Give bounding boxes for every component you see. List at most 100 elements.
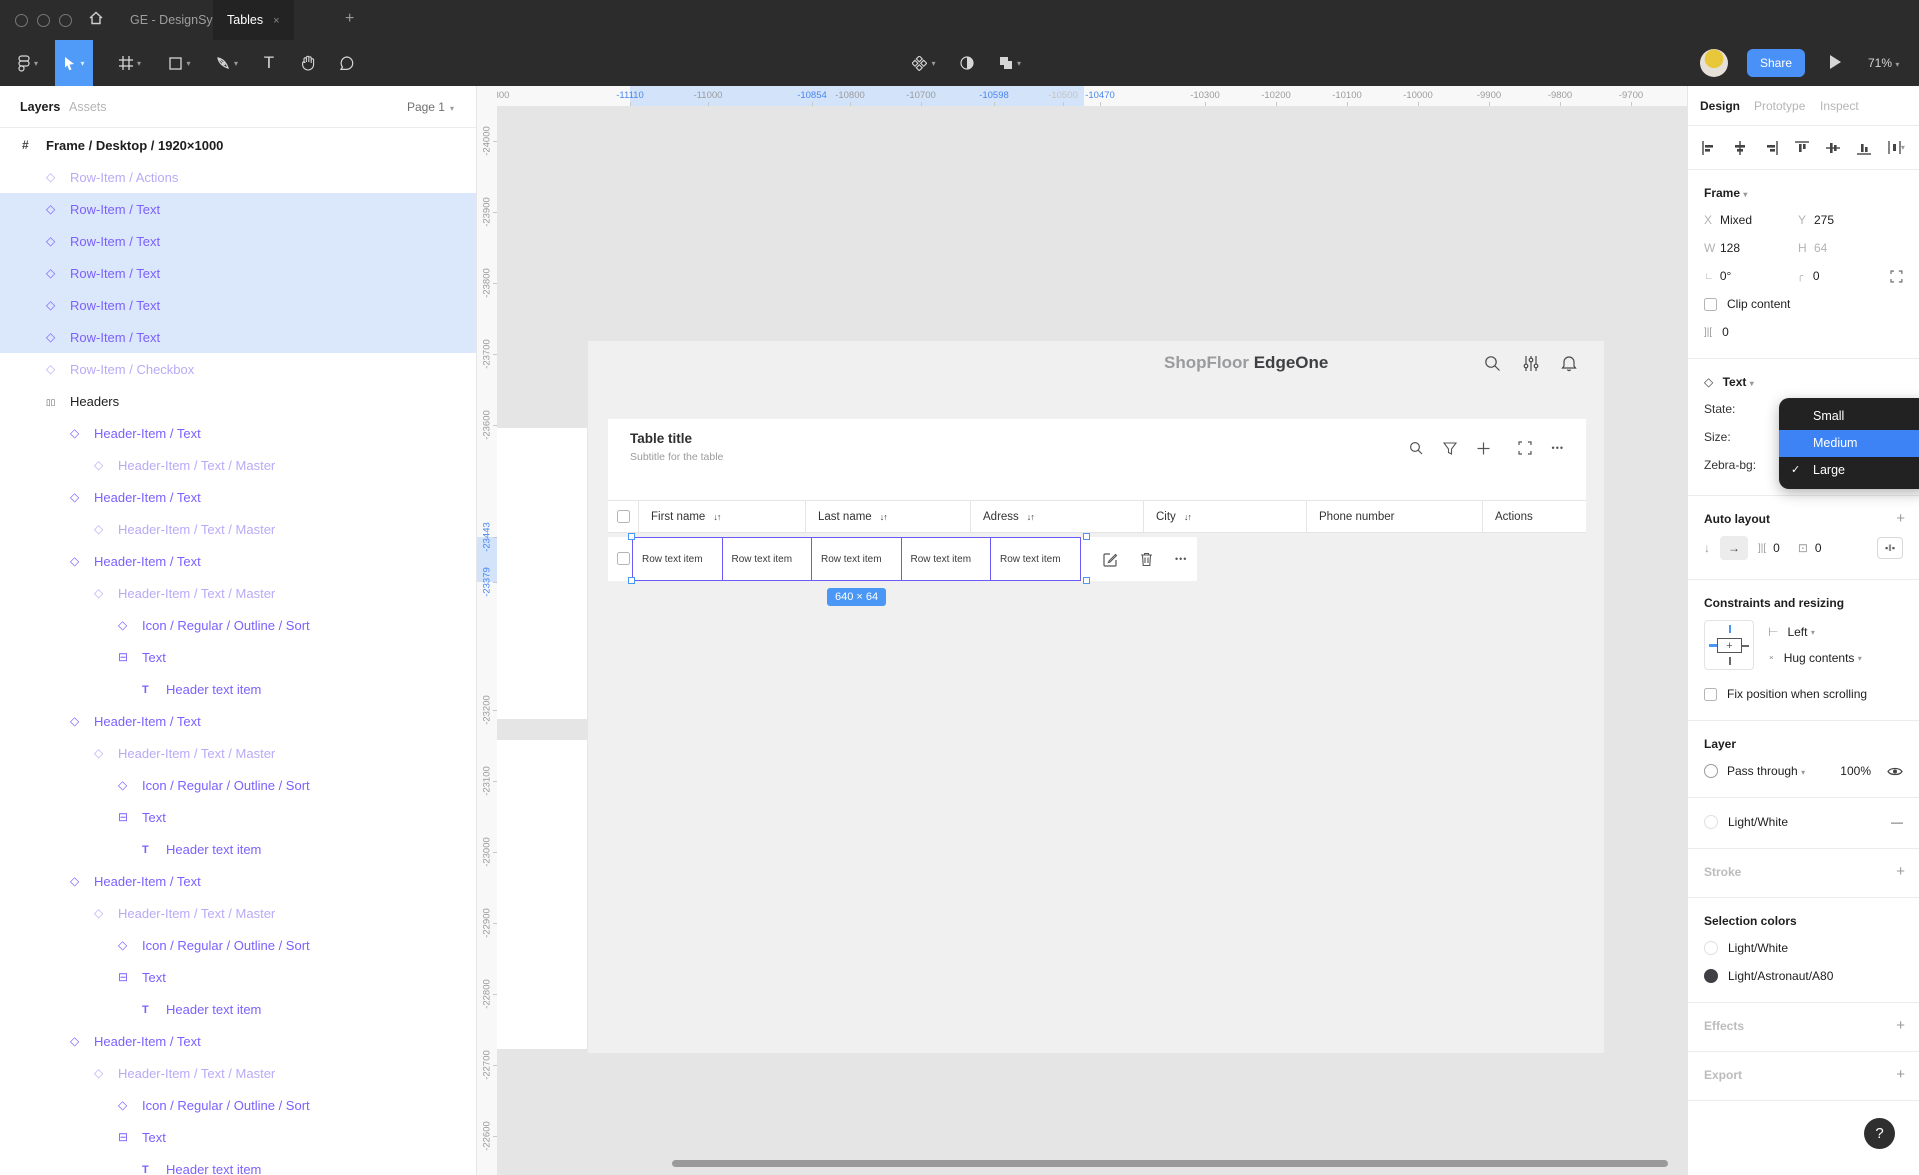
- table-expand-icon[interactable]: [1518, 441, 1532, 455]
- table-card[interactable]: Table title Subtitle for the table ••• F…: [608, 419, 1586, 533]
- tab-design[interactable]: Design: [1700, 86, 1740, 126]
- row-delete-icon[interactable]: [1140, 552, 1153, 567]
- layer-row[interactable]: Headers: [0, 385, 476, 417]
- layer-row[interactable]: Text: [0, 641, 476, 673]
- layer-row[interactable]: Row-Item / Actions: [0, 161, 476, 193]
- move-tool-button[interactable]: ▾: [55, 40, 93, 86]
- tab-assets[interactable]: Assets: [69, 86, 107, 128]
- desktop-frame[interactable]: ShopFloor EdgeOne Table title Subtitle f…: [588, 341, 1604, 1053]
- row-cell[interactable]: Row text item: [811, 537, 902, 581]
- blend-mode-dropdown[interactable]: Pass through ▾: [1727, 764, 1805, 778]
- layer-row[interactable]: Header text item: [0, 673, 476, 705]
- constraint-bottom-tick[interactable]: [1729, 657, 1731, 665]
- partial-frame-left-2[interactable]: [497, 740, 587, 1049]
- frame-tool-button[interactable]: ▾: [108, 40, 152, 86]
- align-top-icon[interactable]: [1795, 141, 1809, 155]
- layer-row[interactable]: Text: [0, 1121, 476, 1153]
- constraint-center[interactable]: +: [1717, 638, 1742, 653]
- layer-row[interactable]: Header-Item / Text: [0, 545, 476, 577]
- selection-handle-top-left[interactable]: [628, 533, 635, 540]
- layer-row[interactable]: Icon / Regular / Outline / Sort: [0, 769, 476, 801]
- new-tab-icon[interactable]: +: [345, 0, 354, 40]
- layer-row[interactable]: Header-Item / Text: [0, 705, 476, 737]
- instance-section-header[interactable]: ◇ Text ▾: [1688, 369, 1919, 395]
- sort-icon[interactable]: ↓↑: [1184, 512, 1191, 522]
- zoom-level-dropdown[interactable]: 71% ▾: [1868, 40, 1899, 86]
- layer-row[interactable]: Header-Item / Text: [0, 1025, 476, 1057]
- x-input[interactable]: Mixed: [1720, 213, 1798, 227]
- hand-tool-button[interactable]: [290, 40, 326, 86]
- menu-item-small[interactable]: Small: [1779, 403, 1919, 430]
- page-selector[interactable]: Page 1▾: [407, 86, 454, 130]
- layer-row[interactable]: Icon / Regular / Outline / Sort: [0, 1089, 476, 1121]
- home-icon[interactable]: [88, 10, 104, 26]
- table-more-icon[interactable]: •••: [1552, 443, 1564, 453]
- rotation-input[interactable]: 0°: [1720, 269, 1797, 283]
- selection-color-row[interactable]: Light/Astronaut/A80: [1688, 962, 1919, 990]
- frame-section-header[interactable]: Frame ▾: [1688, 180, 1919, 206]
- share-button[interactable]: Share: [1747, 49, 1805, 77]
- canvas[interactable]: ShopFloor EdgeOne Table title Subtitle f…: [477, 86, 1687, 1175]
- add-stroke-button[interactable]: +: [1896, 863, 1905, 880]
- layer-row[interactable]: Row-Item / Text: [0, 321, 476, 353]
- selection-color-row[interactable]: Light/White: [1688, 934, 1919, 962]
- add-export-button[interactable]: +: [1896, 1066, 1905, 1083]
- table-search-icon[interactable]: [1409, 441, 1423, 455]
- distribute-button[interactable]: ▾: [1888, 141, 1905, 154]
- align-bottom-icon[interactable]: [1857, 141, 1871, 155]
- column-header[interactable]: Adress↓↑: [970, 501, 1143, 532]
- layer-row[interactable]: Header text item: [0, 833, 476, 865]
- table-data-row[interactable]: Row text itemRow text itemRow text itemR…: [608, 537, 1197, 581]
- layer-row[interactable]: Header-Item / Text: [0, 417, 476, 449]
- search-icon[interactable]: [1484, 355, 1501, 372]
- layer-row[interactable]: Text: [0, 961, 476, 993]
- sort-icon[interactable]: ↓↑: [880, 512, 887, 522]
- figma-menu-button[interactable]: ▾: [8, 40, 48, 86]
- clip-content-checkbox[interactable]: [1704, 298, 1717, 311]
- component-tool-button[interactable]: ▾: [903, 40, 945, 86]
- table-add-icon[interactable]: [1477, 442, 1490, 455]
- window-zoom-button[interactable]: [59, 14, 72, 27]
- sort-icon[interactable]: ↓↑: [713, 512, 720, 522]
- spacing-input[interactable]: 0: [1722, 325, 1729, 339]
- column-header[interactable]: Actions: [1482, 501, 1586, 532]
- layer-row[interactable]: Row-Item / Text: [0, 257, 476, 289]
- layer-row[interactable]: Header-Item / Text / Master: [0, 897, 476, 929]
- row-checkbox[interactable]: [617, 552, 630, 565]
- partial-frame-left-1[interactable]: [497, 428, 587, 719]
- horizontal-constraint-dropdown[interactable]: ⊢ Left ▾: [1768, 619, 1862, 645]
- help-button[interactable]: ?: [1864, 1118, 1895, 1149]
- clip-content-row[interactable]: Clip content: [1688, 290, 1919, 318]
- align-horizontal-center-icon[interactable]: [1733, 141, 1747, 155]
- column-header[interactable]: First name↓↑: [638, 501, 805, 532]
- tab-close-icon[interactable]: ×: [273, 15, 279, 27]
- layer-row[interactable]: Header-Item / Text / Master: [0, 737, 476, 769]
- horizontal-scrollbar[interactable]: [672, 1160, 1668, 1167]
- selection-handle-top-right[interactable]: [1083, 533, 1090, 540]
- layer-row[interactable]: Header-Item / Text / Master: [0, 1057, 476, 1089]
- shape-tool-button[interactable]: ▾: [158, 40, 202, 86]
- tab-tables[interactable]: Tables×: [213, 0, 294, 40]
- visibility-eye-icon[interactable]: [1887, 766, 1903, 777]
- constraints-widget[interactable]: +: [1704, 620, 1754, 670]
- direction-right-button[interactable]: →: [1720, 536, 1748, 560]
- color-swatch[interactable]: [1704, 941, 1718, 955]
- layer-row[interactable]: Header-Item / Text: [0, 865, 476, 897]
- row-cell[interactable]: Row text item: [722, 537, 813, 581]
- row-cell[interactable]: Row text item: [990, 537, 1081, 581]
- layer-row[interactable]: Text: [0, 801, 476, 833]
- alignment-grid-button[interactable]: ▪‖▪: [1877, 537, 1903, 559]
- fix-position-row[interactable]: Fix position when scrolling: [1688, 680, 1919, 708]
- remove-fill-icon[interactable]: —: [1891, 815, 1903, 829]
- opacity-input[interactable]: 100%: [1840, 764, 1871, 778]
- layer-row[interactable]: Row-Item / Checkbox: [0, 353, 476, 385]
- tab-layers[interactable]: Layers: [20, 86, 60, 128]
- auto-layout-add-button[interactable]: +: [1896, 510, 1905, 527]
- independent-corners-icon[interactable]: [1890, 270, 1903, 283]
- text-tool-button[interactable]: T: [252, 40, 286, 86]
- corner-radius-input[interactable]: 0: [1813, 269, 1890, 283]
- height-input[interactable]: 64: [1814, 241, 1892, 255]
- sort-icon[interactable]: ↓↑: [1027, 512, 1034, 522]
- layer-row[interactable]: Header-Item / Text: [0, 481, 476, 513]
- align-left-icon[interactable]: [1702, 141, 1716, 155]
